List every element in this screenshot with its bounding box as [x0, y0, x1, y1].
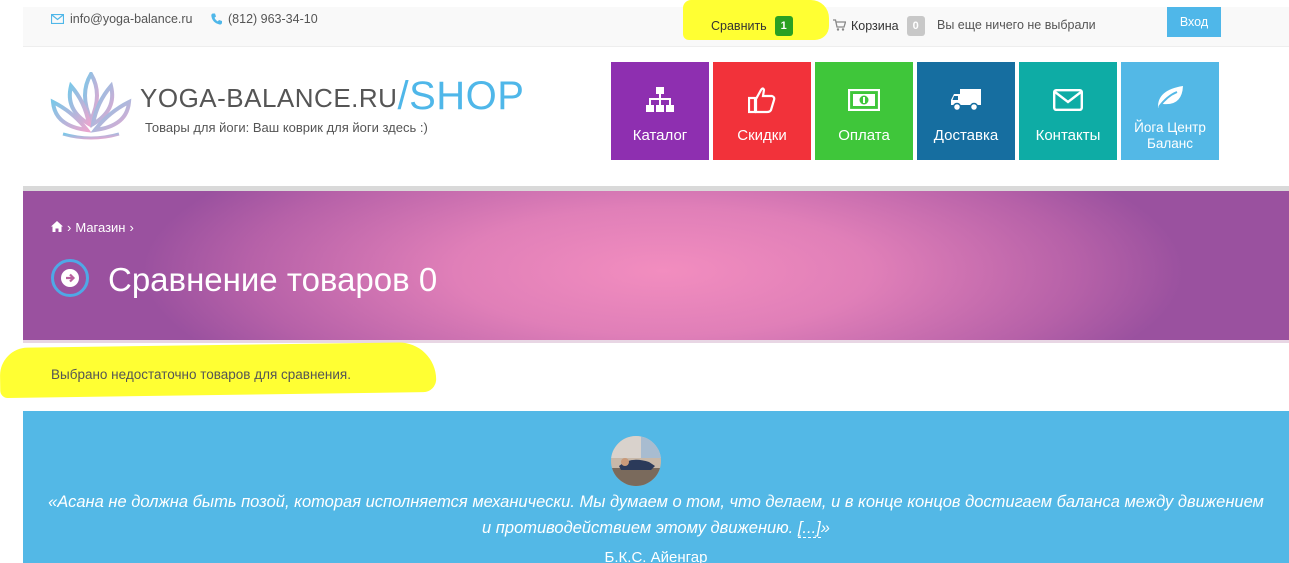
nav-item-payment[interactable]: Оплата: [815, 62, 913, 160]
quote-body: «Асана не должна быть позой, которая исп…: [48, 493, 1264, 537]
breadcrumb-shop[interactable]: Магазин: [75, 220, 125, 235]
quote-section: «Асана не должна быть позой, которая исп…: [23, 411, 1289, 563]
quote-text: «Асана не должна быть позой, которая исп…: [43, 489, 1269, 541]
nav-label-delivery[interactable]: Доставка: [934, 127, 998, 144]
compare-count-badge: 1: [774, 16, 793, 36]
nav-item-yoga-center[interactable]: Йога Центр Баланс: [1121, 62, 1219, 160]
top-bar: info@yoga-balance.ru (812) 963-34-10 Сра…: [23, 0, 1289, 47]
phone-icon: [211, 13, 222, 25]
quote-author: Б.К.С. Айенгар: [604, 549, 708, 563]
leaf-icon: [1155, 80, 1185, 114]
nav-item-contacts[interactable]: Контакты: [1019, 62, 1117, 160]
compare-label[interactable]: Сравнить: [711, 19, 767, 33]
home-icon[interactable]: [51, 220, 63, 235]
compare-link[interactable]: Сравнить 1: [711, 16, 793, 36]
compare-notice-text: Выбрано недостаточно товаров для сравнен…: [51, 367, 351, 382]
nav-label-discounts[interactable]: Скидки: [737, 127, 786, 144]
email-contact[interactable]: info@yoga-balance.ru: [51, 12, 193, 26]
nav-label-yoga-center[interactable]: Йога Центр Баланс: [1121, 120, 1219, 152]
envelope-icon: [51, 14, 64, 24]
hero-bottom-border: [23, 340, 1289, 343]
cart-count-badge: 0: [906, 16, 925, 36]
breadcrumb-separator: ›: [129, 220, 134, 235]
thumbs-up-icon: [748, 83, 776, 117]
envelope-icon: [1053, 83, 1083, 117]
money-icon: [848, 83, 880, 117]
nav-label-contacts[interactable]: Контакты: [1036, 127, 1101, 144]
quote-read-more-link[interactable]: [...]: [797, 519, 821, 538]
nav-item-catalog[interactable]: Каталог: [611, 62, 709, 160]
logo-shop-text[interactable]: /SHOP: [397, 74, 524, 118]
nav-item-delivery[interactable]: Доставка: [917, 62, 1015, 160]
breadcrumb: › Магазин ›: [51, 220, 134, 235]
author-avatar: [611, 436, 661, 486]
cart-link[interactable]: Корзина 0: [833, 16, 925, 36]
cart-icon: [833, 18, 847, 34]
breadcrumb-separator: ›: [67, 220, 72, 235]
lotus-logo-icon[interactable]: [49, 70, 133, 145]
site-logo[interactable]: YOGA-BALANCE.RU/SHOP: [140, 72, 524, 118]
truck-icon: [950, 83, 982, 117]
phone-text[interactable]: (812) 963-34-10: [228, 12, 318, 26]
logo-main-text[interactable]: YOGA-BALANCE.RU: [140, 83, 397, 113]
page-title: Сравнение товаров 0: [108, 261, 438, 298]
cart-label[interactable]: Корзина: [851, 19, 899, 33]
nav-item-discounts[interactable]: Скидки: [713, 62, 811, 160]
main-nav: Каталог Скидки Оплата Доставка Контакты: [611, 62, 1219, 160]
nav-label-payment[interactable]: Оплата: [838, 127, 890, 144]
cart-empty-text: Вы еще ничего не выбрали: [937, 18, 1096, 32]
nav-label-catalog[interactable]: Каталог: [633, 127, 688, 144]
sitemap-icon: [646, 83, 674, 117]
login-button[interactable]: Вход: [1167, 7, 1221, 37]
site-tagline: Товары для йоги: Ваш коврик для йоги зде…: [145, 120, 428, 135]
quote-closing: »: [820, 519, 830, 537]
email-text[interactable]: info@yoga-balance.ru: [70, 12, 193, 26]
page: info@yoga-balance.ru (812) 963-34-10 Сра…: [0, 0, 1289, 563]
phone-contact[interactable]: (812) 963-34-10: [211, 12, 318, 26]
hero-banner: › Магазин › Сравнение товаров 0: [23, 191, 1289, 340]
arrow-right-circle-icon: [51, 259, 89, 297]
